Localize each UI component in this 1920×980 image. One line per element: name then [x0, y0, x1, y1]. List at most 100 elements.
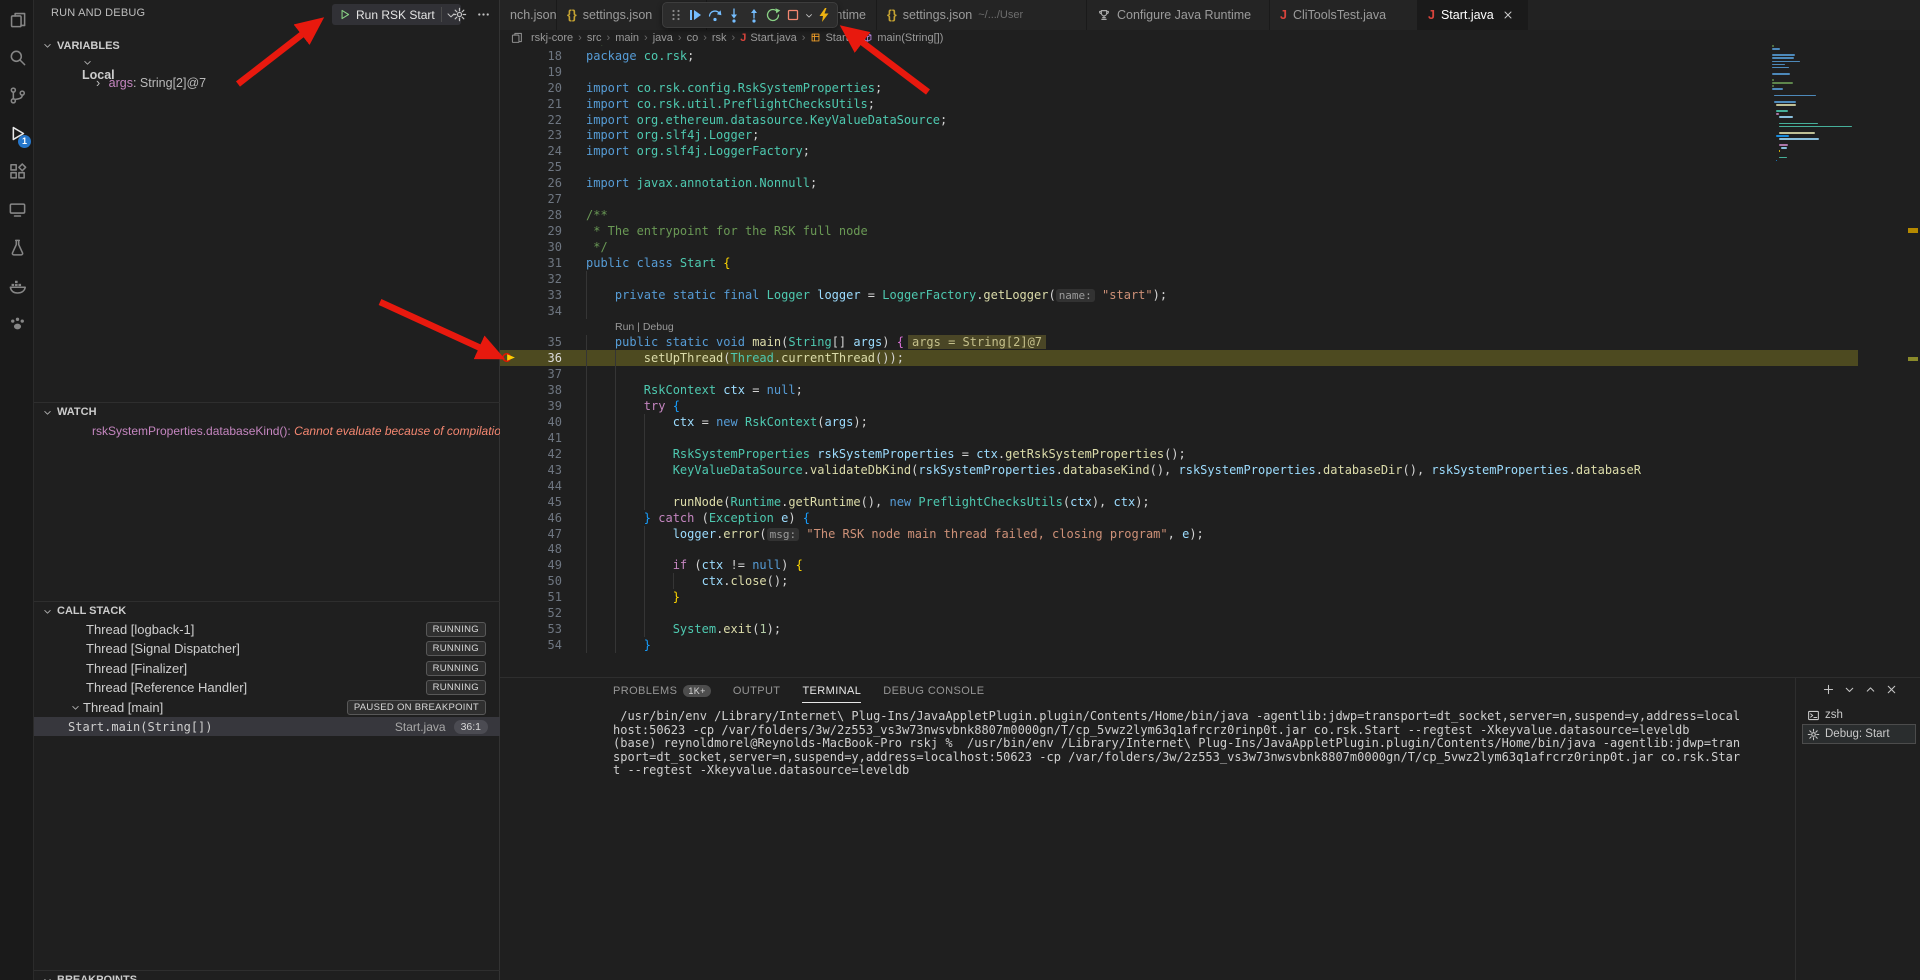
- gutter[interactable]: [500, 398, 522, 414]
- code-line-27[interactable]: 27: [500, 191, 1858, 207]
- tab-start-java[interactable]: JStart.java: [1418, 0, 1528, 30]
- gutter[interactable]: [500, 462, 522, 478]
- close-icon[interactable]: [1502, 9, 1514, 21]
- code-line-42[interactable]: 42 RskSystemProperties rskSystemProperti…: [500, 446, 1858, 462]
- gutter[interactable]: [500, 510, 522, 526]
- step-out-icon[interactable]: [745, 4, 763, 26]
- panel-tab-terminal[interactable]: TERMINAL: [802, 678, 861, 703]
- gutter[interactable]: [500, 446, 522, 462]
- restart-icon[interactable]: [765, 4, 783, 26]
- code-line-24[interactable]: 24import org.slf4j.LoggerFactory;: [500, 143, 1858, 159]
- gutter[interactable]: [500, 96, 522, 112]
- breadcrumb-item[interactable]: java: [653, 32, 673, 44]
- gutter[interactable]: [500, 366, 522, 382]
- code-line-18[interactable]: 18package co.rsk;: [500, 48, 1858, 64]
- watch-expression-row[interactable]: rskSystemProperties.databaseKind(): Cann…: [92, 424, 500, 438]
- panel-tab-output[interactable]: OUTPUT: [733, 678, 781, 703]
- code-line-50[interactable]: 50 ctx.close();: [500, 573, 1858, 589]
- tab-nch-json[interactable]: nch.json: [500, 0, 557, 30]
- gutter[interactable]: [500, 382, 522, 398]
- code-line-35[interactable]: 35 public static void main(String[] args…: [500, 335, 1858, 351]
- step-over-icon[interactable]: [706, 4, 724, 26]
- gutter[interactable]: [500, 526, 522, 542]
- code-line-36[interactable]: 36 setUpThread(Thread.currentThread());: [500, 350, 1858, 366]
- run-configuration-button[interactable]: Run RSK Start: [332, 4, 461, 25]
- code-line-49[interactable]: 49 if (ctx != null) {: [500, 557, 1858, 573]
- terminal-output[interactable]: /usr/bin/env /Library/Internet\ Plug-Ins…: [613, 710, 1783, 778]
- gutter[interactable]: [500, 112, 522, 128]
- code-line-37[interactable]: 37: [500, 366, 1858, 382]
- gutter[interactable]: [500, 637, 522, 653]
- code-line-41[interactable]: 41: [500, 430, 1858, 446]
- code-line-39[interactable]: 39 try {: [500, 398, 1858, 414]
- code-line-43[interactable]: 43 KeyValueDataSource.validateDbKind(rsk…: [500, 462, 1858, 478]
- gutter[interactable]: [500, 143, 522, 159]
- gutter[interactable]: [500, 573, 522, 589]
- code-line-32[interactable]: 32: [500, 271, 1858, 287]
- gutter[interactable]: [500, 494, 522, 510]
- stop-icon[interactable]: [784, 4, 802, 26]
- breadcrumb-item[interactable]: rskj-core: [531, 32, 573, 44]
- breakpoint-paused-icon[interactable]: [500, 350, 522, 366]
- gutter[interactable]: [500, 303, 522, 319]
- code-line-53[interactable]: 53 System.exit(1);: [500, 621, 1858, 637]
- overview-ruler[interactable]: [1858, 45, 1920, 677]
- terminal-list-item-zsh[interactable]: zsh: [1803, 706, 1915, 724]
- breadcrumb-item[interactable]: main(String[]): [862, 32, 943, 44]
- breadcrumb-item[interactable]: main: [615, 32, 639, 44]
- gear-icon[interactable]: [452, 7, 467, 22]
- call-stack-thread[interactable]: Thread [Finalizer]RUNNING: [34, 659, 500, 678]
- code-line-25[interactable]: 25: [500, 159, 1858, 175]
- gutter[interactable]: [500, 159, 522, 175]
- call-stack-frame-selected[interactable]: Start.main(String[])Start.java36:1: [34, 717, 500, 736]
- code-line-29[interactable]: 29 * The entrypoint for the RSK full nod…: [500, 223, 1858, 239]
- gutter[interactable]: [500, 191, 522, 207]
- call-stack-thread[interactable]: Thread [Signal Dispatcher]RUNNING: [34, 639, 500, 658]
- bolt-icon[interactable]: [816, 4, 834, 26]
- activity-files-icon[interactable]: [0, 0, 34, 38]
- breadcrumb-item[interactable]: src: [587, 32, 602, 44]
- call-stack-thread[interactable]: Thread [main]PAUSED ON BREAKPOINT: [34, 698, 500, 717]
- code-line-31[interactable]: 31public class Start {: [500, 255, 1858, 271]
- activity-remote-explorer-icon[interactable]: [0, 190, 34, 228]
- terminal-list-item-debug-start[interactable]: Debug: Start: [1803, 725, 1915, 743]
- gutter[interactable]: [500, 335, 522, 351]
- code-line-45[interactable]: 45 runNode(Runtime.getRuntime(), new Pre…: [500, 494, 1858, 510]
- activity-docker-icon[interactable]: [0, 266, 34, 304]
- panel-tab-problems[interactable]: PROBLEMS1K+: [613, 678, 711, 703]
- gutter[interactable]: [500, 64, 522, 80]
- minimap[interactable]: [1772, 45, 1852, 185]
- call-stack-thread[interactable]: Thread [logback-1]RUNNING: [34, 620, 500, 639]
- code-line-28[interactable]: 28/**: [500, 207, 1858, 223]
- gutter[interactable]: [500, 621, 522, 637]
- gutter[interactable]: [500, 48, 522, 64]
- gutter[interactable]: [500, 207, 522, 223]
- code-line-30[interactable]: 30 */: [500, 239, 1858, 255]
- code-line-20[interactable]: 20import co.rsk.config.RskSystemProperti…: [500, 80, 1858, 96]
- activity-extensions-icon[interactable]: [0, 152, 34, 190]
- code-line-47[interactable]: 47 logger.error(msg: "The RSK node main …: [500, 526, 1858, 542]
- more-icon[interactable]: [476, 7, 491, 22]
- gutter[interactable]: [500, 287, 522, 303]
- activity-run-debug-icon[interactable]: 1: [0, 114, 34, 152]
- split-editor-icon[interactable]: [510, 31, 523, 44]
- gutter[interactable]: [500, 557, 522, 573]
- code-line-44[interactable]: 44: [500, 478, 1858, 494]
- code-line-26[interactable]: 26import javax.annotation.Nonnull;: [500, 175, 1858, 191]
- gutter[interactable]: [500, 542, 522, 558]
- code-line-40[interactable]: 40 ctx = new RskContext(args);: [500, 414, 1858, 430]
- gutter[interactable]: [500, 175, 522, 191]
- gutter[interactable]: [500, 605, 522, 621]
- continue-icon[interactable]: [687, 4, 705, 26]
- code-line-54[interactable]: 54 }: [500, 637, 1858, 653]
- code-line-46[interactable]: 46 } catch (Exception e) {: [500, 510, 1858, 526]
- breadcrumb-item[interactable]: JStart.java: [740, 32, 797, 44]
- breadcrumb-item[interactable]: co: [687, 32, 699, 44]
- panel-tab-debug-console[interactable]: DEBUG CONSOLE: [883, 678, 984, 703]
- tab-clitoolstest-java[interactable]: JCliToolsTest.java: [1270, 0, 1418, 30]
- code-line-52[interactable]: 52: [500, 605, 1858, 621]
- code-line-38[interactable]: 38 RskContext ctx = null;: [500, 382, 1858, 398]
- call-stack-section-header[interactable]: CALL STACK: [34, 601, 500, 620]
- watch-section-header[interactable]: WATCH: [34, 402, 500, 421]
- variables-section-header[interactable]: VARIABLES: [34, 36, 500, 55]
